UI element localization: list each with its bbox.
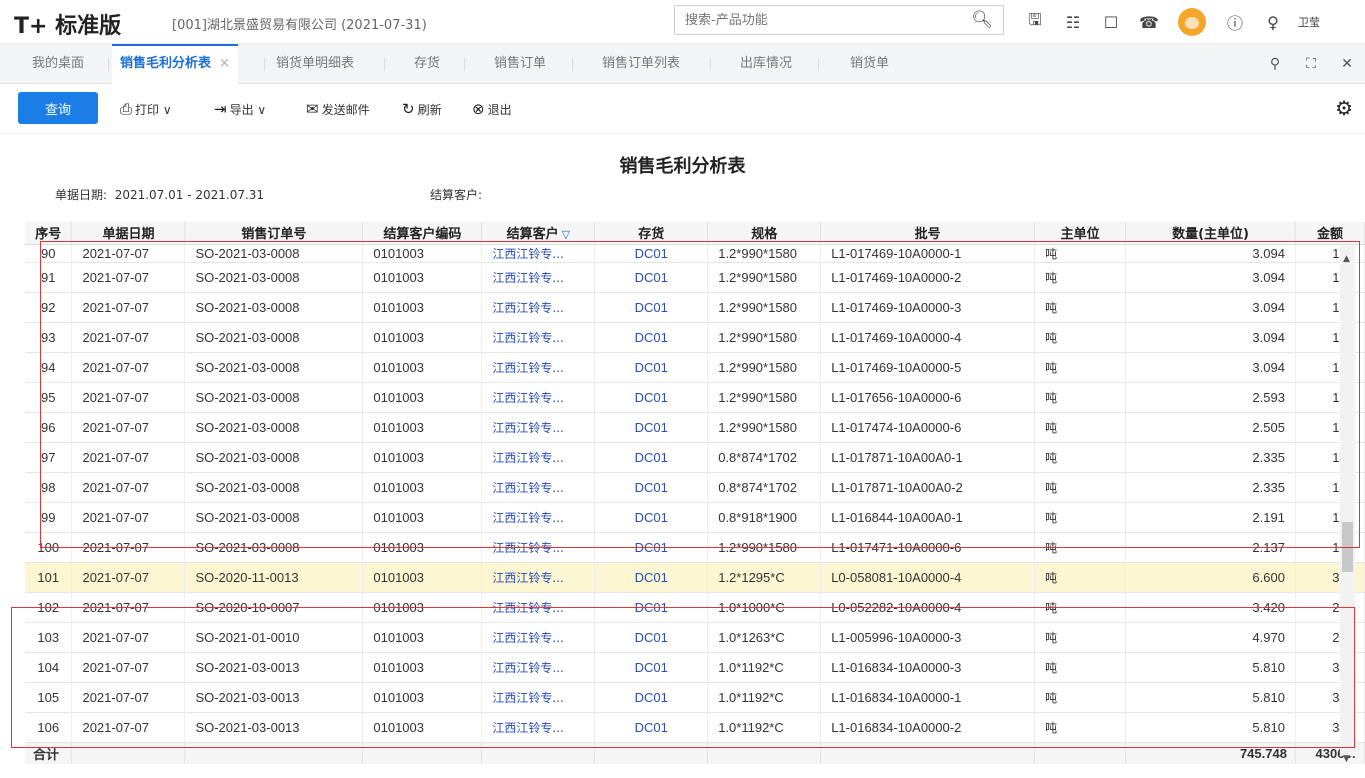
date-label: 单据日期: [55,188,108,202]
monkey-avatar-icon[interactable] [1178,8,1206,36]
exit-button[interactable]: ⊗ 退出 [472,100,512,118]
save-icon[interactable]: 🖫 [1016,9,1054,36]
tab-separator [384,58,385,71]
scroll-down-icon[interactable]: ▼ [1343,754,1350,764]
cell-qty: 6.600 [1125,562,1296,593]
tab-desktop[interactable]: 我的桌面 [32,44,84,84]
tab-sales-order[interactable]: 销售订单 [494,44,546,84]
company-label: [001]湖北景盛贸易有限公司 (2021-07-31) [172,18,427,33]
fullscreen-icon[interactable]: ⛶ [1293,56,1329,72]
cell-stock[interactable]: DC01 [594,562,709,593]
annotation-box [11,607,1355,748]
checklist-icon[interactable]: ☷ [1054,13,1092,32]
table-row[interactable]: 101 2021-07-07 SO-2020-11-0013 0101003 江西江铃专… [25,562,1365,593]
report-title: 销售毛利分析表 [619,156,746,177]
refresh-label: 刷新 [417,103,442,117]
refresh-icon: ↻ [402,100,415,118]
search-icon[interactable]: 🔍︎ [971,10,993,30]
cell-date: 2021-07-07 [71,562,186,593]
tab-separator [108,58,109,71]
phone-icon[interactable]: ☎ [1130,13,1168,32]
cell-order: SO-2020-11-0013 [184,562,364,593]
date-filter: 单据日期: 2021.07.01 - 2021.07.31 [55,186,264,203]
refresh-button[interactable]: ↻ 刷新 [402,100,442,118]
print-button[interactable]: ⎙ 打印 ∨ [120,100,172,118]
mail-icon: ✉ [306,100,319,118]
gear-icon[interactable]: ⚙ [1335,96,1353,120]
printer-icon: ⎙ [120,100,133,118]
exit-label: 退出 [487,103,512,117]
annotation-box [40,241,1360,548]
tab-outbound[interactable]: 出库情况 [740,44,792,84]
tab-separator [572,58,573,71]
top-bar: T+ 标准版 [001]湖北景盛贸易有限公司 (2021-07-31) 🔍︎ 🖫… [0,0,1365,44]
tab-sales-margin-label: 销售毛利分析表 [120,56,212,71]
tab-bar: 我的桌面 销售毛利分析表 × 销货单明细表 存货 销售订单 销售订单列表 出库情况… [0,44,1365,84]
chevron-down-icon: ∨ [257,103,267,117]
close-all-icon[interactable]: ✕ [1329,56,1365,72]
toolbar: 查询 ⎙ 打印 ∨ ⇥ 导出 ∨ ✉ 发送邮件 ↻ 刷新 ⊗ 退出 ⚙ [0,84,1365,134]
cell-idx: 101 [25,562,73,593]
search-input[interactable] [675,6,965,34]
print-label: 打印 [135,103,160,117]
tab-sales-order-list[interactable]: 销售订单列表 [602,44,680,84]
tab-separator [710,58,711,71]
chevron-down-icon: ∨ [162,103,172,117]
tab-separator [818,58,819,71]
tab-sales-invoice[interactable]: 销货单 [850,44,889,84]
search-icon[interactable]: ⚲ [1257,56,1293,72]
user-name[interactable]: 卫莹 [1298,14,1320,30]
help-icon[interactable]: ⓘ [1216,10,1254,34]
user-icon[interactable]: ♀ [1254,13,1292,32]
tab-separator [464,58,465,71]
email-button[interactable]: ✉ 发送邮件 [306,100,370,118]
tab-tools: ⚲ ⛶ ✕ [1257,44,1365,84]
close-icon[interactable]: × [219,56,230,71]
message-icon[interactable]: ☐ [1092,13,1130,32]
customer-filter: 结算客户: [430,188,483,202]
tab-inventory[interactable]: 存货 [414,44,440,84]
email-label: 发送邮件 [321,103,370,117]
date-value: 2021.07.01 - 2021.07.31 [114,188,265,202]
top-icons: 🖫 ☷ ☐ ☎ ⓘ ♀ 卫莹 [1016,8,1320,36]
filter-icon[interactable]: ▽ [562,228,570,241]
col-header-label: 结算客户 [506,227,559,243]
export-button[interactable]: ⇥ 导出 ∨ [214,100,266,118]
tab-sales-detail[interactable]: 销货单明细表 [276,44,354,84]
export-label: 导出 [229,103,254,117]
search-box[interactable]: 🔍︎ [674,5,1004,35]
query-button[interactable]: 查询 [18,92,98,124]
app-logo[interactable]: T+ 标准版 [14,8,121,40]
cell-spec: 1.2*1295*C [707,562,822,593]
tab-sales-margin[interactable]: 销售毛利分析表 × [112,44,238,84]
tab-separator [264,58,265,71]
export-icon: ⇥ [214,100,227,118]
exit-icon: ⊗ [472,100,485,118]
cell-unit: 吨 [1034,562,1127,593]
cell-code: 0101003 [362,562,483,593]
cell-batch: L0-058081-10A0000-4 [820,562,1036,593]
cell-cust[interactable]: 江西江铃专... [481,562,596,593]
